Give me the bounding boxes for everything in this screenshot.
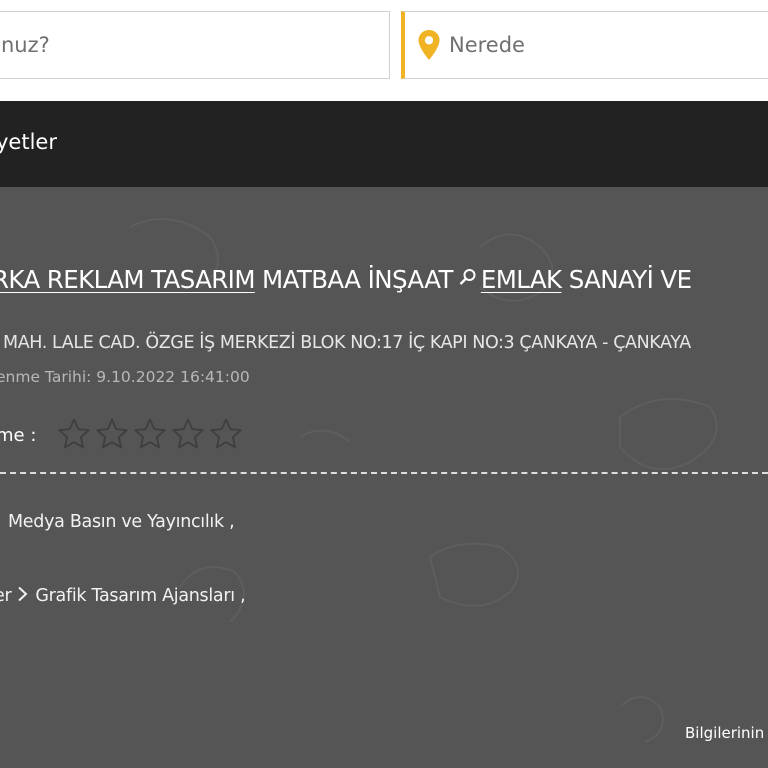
location-pin-icon <box>418 30 440 60</box>
category-parent[interactable]: er <box>0 586 12 606</box>
what-search-input[interactable]: nuz? <box>0 11 390 79</box>
company-title: RKA REKLAM TASARIM MATBAA İNŞAAT EMLAK S… <box>0 265 692 294</box>
category-link-medya[interactable]: Medya Basın ve Yayıncılık , <box>8 512 235 532</box>
nav-item-hizmetler[interactable]: yetler <box>0 130 57 154</box>
where-search-input[interactable]: Nerede <box>401 11 768 79</box>
update-date: enme Tarihi: 9.10.2022 16:41:00 <box>0 368 250 386</box>
company-address: MAH. LALE CAD. ÖZGE İŞ MERKEZİ BLOK NO:1… <box>3 333 691 353</box>
star-icon[interactable] <box>57 417 91 451</box>
where-search-placeholder: Nerede <box>449 33 525 57</box>
rating-label: me : <box>0 425 37 446</box>
info-update-link[interactable]: Bilgilerinin <box>685 724 764 742</box>
rating-stars[interactable] <box>57 417 243 451</box>
search-bar: nuz? Nerede <box>0 0 768 101</box>
star-icon[interactable] <box>95 417 129 451</box>
what-search-text: nuz? <box>1 33 50 57</box>
chevron-right-icon <box>18 586 28 602</box>
main-navbar: yetler <box>0 101 768 187</box>
category-link-grafik[interactable]: Grafik Tasarım Ajansları , <box>35 586 245 606</box>
section-divider <box>0 472 768 474</box>
company-detail: RKA REKLAM TASARIM MATBAA İNŞAAT EMLAK S… <box>0 187 768 768</box>
company-title-link[interactable]: RKA REKLAM TASARIM <box>0 265 255 294</box>
star-icon[interactable] <box>133 417 167 451</box>
company-title-rest: SANAYİ VE <box>561 265 692 294</box>
search-icon[interactable] <box>459 268 477 286</box>
company-title-text: MATBAA İNŞAAT <box>254 265 453 294</box>
star-icon[interactable] <box>209 417 243 451</box>
star-icon[interactable] <box>171 417 205 451</box>
category-breadcrumb: er Grafik Tasarım Ajansları , <box>0 586 246 606</box>
company-title-link-emlak[interactable]: EMLAK <box>481 265 562 294</box>
